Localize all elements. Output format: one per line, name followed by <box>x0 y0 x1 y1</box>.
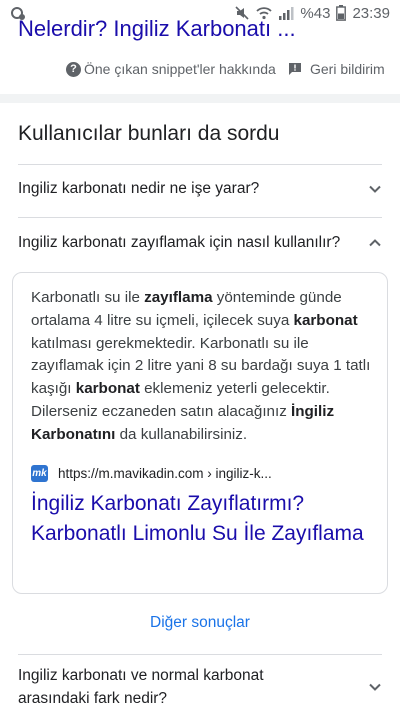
feedback-button[interactable]: Geri bildirim <box>288 61 385 77</box>
wifi-icon <box>256 5 273 21</box>
answer-card: Karbonatlı su ile zayıflama yönteminde g… <box>12 272 388 594</box>
chevron-down-icon[interactable] <box>368 182 382 196</box>
answer-text: Karbonatlı su ile zayıflama yönteminde g… <box>31 289 371 443</box>
featured-snippet-footer: ? Öne çıkan snippet'ler hakkında Geri bi… <box>0 56 400 82</box>
question-item-expanded[interactable]: Ingiliz karbonatı zayıflamak için nasıl … <box>18 234 382 252</box>
question-text: Ingiliz karbonatı nedir ne işe yarar? <box>18 180 260 197</box>
status-bar-overlay: %43 23:39 <box>0 0 400 26</box>
battery-icon <box>336 5 347 21</box>
answer-result-title-link[interactable]: İngiliz Karbonatı Zayıflatırmı? Karbonat… <box>31 489 371 549</box>
divider <box>18 654 382 655</box>
mute-icon <box>234 5 250 21</box>
people-also-ask-title: Kullanıcılar bunları da sordu <box>18 122 280 145</box>
feedback-icon <box>288 62 302 76</box>
notification-icon <box>10 5 26 21</box>
question-item[interactable]: Ingiliz karbonatı nedir ne işe yarar? <box>18 180 382 198</box>
help-icon: ? <box>66 61 81 77</box>
about-featured-snippets-label: Öne çıkan snippet'ler hakkında <box>84 61 276 77</box>
question-item[interactable]: Ingiliz karbonatı ve normal karbonat ara… <box>18 664 382 710</box>
question-text: Ingiliz karbonatı ve normal karbonat ara… <box>18 667 264 707</box>
about-featured-snippets-link[interactable]: ? Öne çıkan snippet'ler hakkında <box>66 61 276 77</box>
source-url: https://m.mavikadin.com › ingiliz-k... <box>58 466 272 481</box>
section-divider <box>0 94 400 103</box>
chevron-up-icon[interactable] <box>368 236 382 250</box>
signal-icon <box>278 5 294 21</box>
question-text: Ingiliz karbonatı zayıflamak için nasıl … <box>18 234 341 251</box>
site-favicon-icon: mk <box>31 465 48 482</box>
divider <box>18 217 382 218</box>
feedback-label: Geri bildirim <box>310 61 385 77</box>
clock: 23:39 <box>352 4 390 22</box>
more-results-button[interactable]: Diğer sonuçlar <box>0 614 400 632</box>
divider <box>18 164 382 165</box>
battery-percent: %43 <box>300 4 331 22</box>
chevron-down-icon[interactable] <box>368 680 382 694</box>
source-link[interactable]: mk https://m.mavikadin.com › ingiliz-k..… <box>31 465 272 482</box>
